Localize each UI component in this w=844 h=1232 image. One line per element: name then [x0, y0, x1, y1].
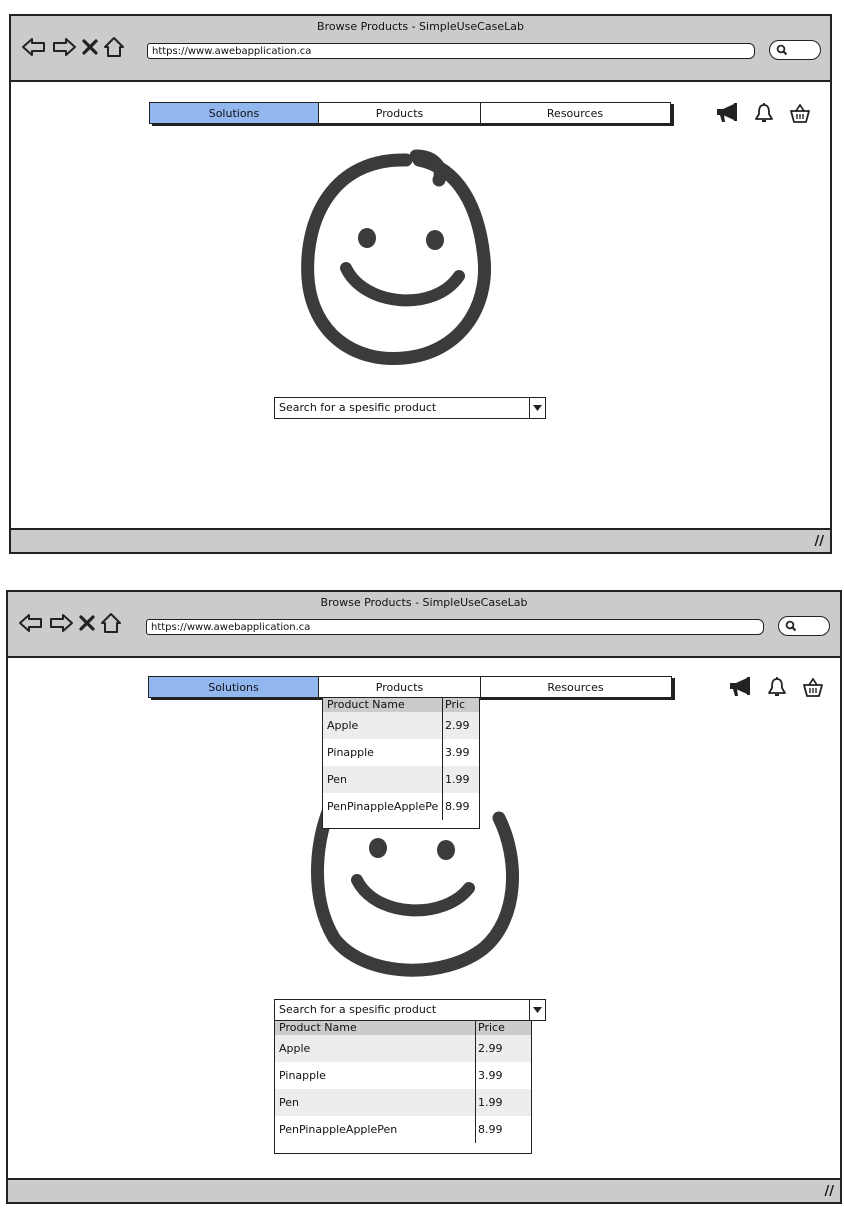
dropdown-arrow-icon[interactable]: [529, 398, 545, 418]
header-icons: [728, 676, 824, 698]
table-row[interactable]: Pinapple 3.99: [275, 1062, 531, 1089]
megaphone-icon[interactable]: [728, 676, 752, 698]
url-bar[interactable]: https://www.awebapplication.ca: [147, 43, 755, 59]
column-header-price[interactable]: Pric: [443, 698, 478, 712]
cell-product-name: PenPinappleApplePe: [323, 793, 443, 820]
close-icon[interactable]: [78, 612, 96, 634]
basket-icon[interactable]: [789, 102, 811, 124]
table-body: Apple 2.99 Pinapple 3.99 Pen 1.99 PenPin…: [323, 712, 479, 820]
resize-grip-icon[interactable]: //: [825, 1184, 835, 1199]
cell-price: 3.99: [445, 746, 470, 759]
column-header-price[interactable]: Price: [476, 1021, 530, 1035]
dropdown-arrow-icon[interactable]: [529, 1000, 545, 1020]
table-row[interactable]: Pen 1.99: [323, 766, 479, 793]
table-header: Product Name Price: [275, 1021, 531, 1035]
cell-product-name: Pen: [275, 1089, 476, 1116]
bell-icon[interactable]: [753, 102, 775, 124]
search-icon: [785, 620, 797, 632]
megaphone-icon[interactable]: [715, 102, 739, 124]
table-row[interactable]: PenPinappleApplePen 8.99: [275, 1116, 531, 1143]
products-dropdown-table: Product Name Pric Apple 2.99 Pinapple 3.…: [322, 697, 480, 829]
product-search-combobox[interactable]: Search for a spesific product: [274, 397, 546, 419]
column-header-product-name[interactable]: Product Name: [275, 1021, 476, 1035]
back-arrow-icon[interactable]: [21, 36, 47, 58]
window-title: Browse Products - SimpleUseCaseLab: [317, 20, 524, 33]
main-nav-tabs: Solutions Products Resources: [149, 102, 671, 124]
home-icon[interactable]: [103, 36, 125, 58]
url-bar[interactable]: https://www.awebapplication.ca: [146, 619, 764, 635]
forward-arrow-icon[interactable]: [51, 36, 77, 58]
browser-search-button[interactable]: [778, 616, 830, 636]
cell-product-name: Apple: [275, 1035, 476, 1062]
browser-nav-buttons: [21, 36, 125, 58]
cell-price: 8.99: [445, 800, 470, 813]
back-arrow-icon[interactable]: [18, 612, 44, 634]
browser-titlebar: Browse Products - SimpleUseCaseLab https…: [11, 16, 830, 82]
product-search-placeholder: Search for a spesific product: [279, 401, 437, 414]
cell-price: 1.99: [478, 1096, 503, 1109]
cell-price: 2.99: [478, 1042, 503, 1055]
main-nav-tabs: Solutions Products Resources: [148, 676, 672, 698]
cell-product-name: Pinapple: [323, 739, 443, 766]
table-body: Apple 2.99 Pinapple 3.99 Pen 1.99 PenPin…: [275, 1035, 531, 1143]
tab-products[interactable]: Products: [319, 677, 481, 697]
cell-price: 8.99: [478, 1123, 503, 1136]
browser-window-initial: Browse Products - SimpleUseCaseLab https…: [9, 14, 832, 554]
forward-arrow-icon[interactable]: [48, 612, 74, 634]
resize-grip-icon[interactable]: //: [815, 534, 825, 549]
table-row[interactable]: PenPinappleApplePe 8.99: [323, 793, 479, 820]
table-row[interactable]: Apple 2.99: [275, 1035, 531, 1062]
table-row[interactable]: Apple 2.99: [323, 712, 479, 739]
table-row[interactable]: Pinapple 3.99: [323, 739, 479, 766]
browser-search-button[interactable]: [769, 40, 821, 60]
bell-icon[interactable]: [766, 676, 788, 698]
cell-price: 2.99: [445, 719, 470, 732]
basket-icon[interactable]: [802, 676, 824, 698]
browser-statusbar: //: [8, 1178, 840, 1202]
tab-solutions[interactable]: Solutions: [149, 677, 319, 697]
tab-resources[interactable]: Resources: [481, 677, 670, 697]
window-title: Browse Products - SimpleUseCaseLab: [320, 596, 528, 609]
browser-window-dropdowns-open: Browse Products - SimpleUseCaseLab https…: [6, 590, 842, 1204]
cell-price: 1.99: [445, 773, 470, 786]
home-icon[interactable]: [100, 612, 122, 634]
cell-product-name: PenPinappleApplePen: [275, 1116, 476, 1143]
product-search-combobox[interactable]: Search for a spesific product: [274, 999, 546, 1021]
cell-product-name: Apple: [323, 712, 443, 739]
smiley-face-icon: [301, 149, 492, 366]
cell-price: 3.99: [478, 1069, 503, 1082]
column-header-product-name[interactable]: Product Name: [323, 698, 443, 712]
tab-resources[interactable]: Resources: [481, 103, 669, 123]
table-row[interactable]: Pen 1.99: [275, 1089, 531, 1116]
header-icons: [715, 102, 811, 124]
table-header: Product Name Pric: [323, 698, 479, 712]
search-results-table: Product Name Price Apple 2.99 Pinapple 3…: [274, 1020, 532, 1154]
browser-statusbar: //: [11, 528, 830, 552]
tab-solutions[interactable]: Solutions: [150, 103, 319, 123]
tab-products[interactable]: Products: [319, 103, 481, 123]
browser-nav-buttons: [18, 612, 122, 634]
cell-product-name: Pen: [323, 766, 443, 793]
cell-product-name: Pinapple: [275, 1062, 476, 1089]
browser-titlebar: Browse Products - SimpleUseCaseLab https…: [8, 592, 840, 658]
close-icon[interactable]: [81, 36, 99, 58]
product-search-placeholder: Search for a spesific product: [279, 1003, 437, 1016]
search-icon: [776, 44, 788, 56]
